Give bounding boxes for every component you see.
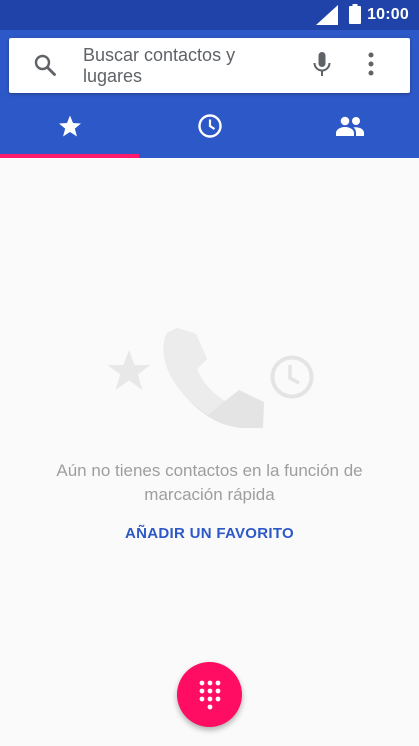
search-icon[interactable] — [33, 53, 57, 77]
clock-icon — [197, 113, 222, 138]
tab-speed-dial[interactable] — [0, 93, 139, 158]
signal-icon — [316, 5, 338, 25]
add-favorite-button[interactable]: AÑADIR UN FAVORITO — [0, 525, 419, 542]
clock-icon — [270, 355, 314, 399]
empty-state-message: Aún no tienes contactos en la función de… — [56, 461, 363, 504]
star-icon — [58, 115, 81, 136]
tab-contacts[interactable] — [280, 93, 419, 158]
empty-speed-dial-illustration — [107, 328, 314, 428]
more-vert-icon[interactable] — [368, 52, 374, 76]
star-icon — [107, 350, 151, 390]
dialpad-icon — [199, 680, 220, 709]
app-header: Buscar contactos y lugares — [0, 30, 419, 158]
tab-recents[interactable] — [139, 93, 280, 158]
search-bar[interactable]: Buscar contactos y lugares — [9, 38, 410, 93]
search-input-placeholder[interactable]: Buscar contactos y lugares — [83, 45, 283, 87]
battery-icon — [349, 4, 361, 24]
status-time: 10:00 — [367, 6, 409, 23]
dialpad-fab[interactable] — [177, 662, 242, 727]
status-bar: 10:00 — [0, 0, 419, 30]
mic-icon[interactable] — [312, 52, 332, 78]
tab-indicator — [0, 154, 139, 158]
people-icon — [335, 116, 364, 136]
